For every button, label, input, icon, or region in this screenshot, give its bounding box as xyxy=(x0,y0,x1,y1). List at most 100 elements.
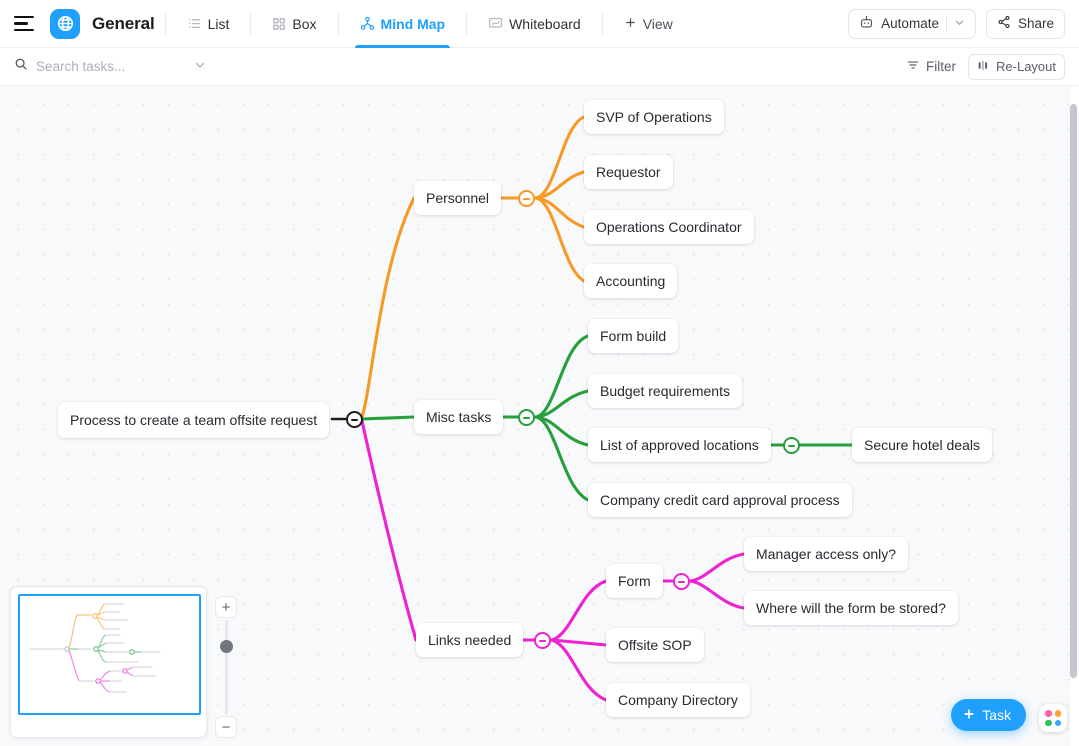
node-label: Personnel xyxy=(426,190,490,206)
minimap[interactable] xyxy=(10,586,207,738)
relayout-button[interactable]: Re-Layout xyxy=(968,53,1065,80)
tab-divider xyxy=(337,12,339,35)
add-task-button[interactable]: Task xyxy=(951,699,1026,731)
robot-icon xyxy=(859,15,874,33)
node-label: List of approved locations xyxy=(600,437,759,453)
node-label: Requestor xyxy=(596,164,661,180)
node-label: Operations Coordinator xyxy=(596,219,742,235)
node-label: Where will the form be stored? xyxy=(756,600,946,616)
relayout-label: Re-Layout xyxy=(996,59,1056,74)
zoom-out-label: − xyxy=(221,718,231,736)
mindmap-node-links-needed[interactable]: Links needed xyxy=(416,623,524,657)
box-icon xyxy=(272,17,286,31)
mindmap-node-offsite-sop[interactable]: Offsite SOP xyxy=(606,628,704,662)
mindmap-node-requestor[interactable]: Requestor xyxy=(584,155,673,189)
filter-icon xyxy=(906,58,920,75)
mindmap-node-where-will-the-form-be-stored[interactable]: Where will the form be stored? xyxy=(744,591,958,625)
node-label: Budget requirements xyxy=(600,383,730,399)
zoom-in-label: + xyxy=(221,598,231,616)
view-toolbar: Filter Re-Layout xyxy=(0,48,1079,86)
mindmap-node-manager-access-only[interactable]: Manager access only? xyxy=(744,537,909,571)
tab-divider xyxy=(601,12,603,35)
mindmap-node-company-directory[interactable]: Company Directory xyxy=(606,683,750,717)
vertical-scrollbar-thumb[interactable] xyxy=(1070,104,1077,678)
zoom-out-button[interactable]: − xyxy=(215,716,237,738)
node-label: Accounting xyxy=(596,273,666,289)
collapse-toggle-misc-tasks[interactable] xyxy=(518,409,535,426)
automate-separator xyxy=(945,15,947,32)
add-view-label: View xyxy=(642,15,673,32)
mindmap-node-form-build[interactable]: Form build xyxy=(588,319,679,353)
tab-whiteboard-label: Whiteboard xyxy=(509,15,581,32)
view-tabs: List Box Mind Map Whiteboard View xyxy=(176,0,684,48)
tab-mind-map[interactable]: Mind Map xyxy=(349,0,457,48)
tab-list-label: List xyxy=(207,15,230,32)
filter-label: Filter xyxy=(926,59,957,74)
mindmap-node-form[interactable]: Form xyxy=(606,564,663,598)
automate-button[interactable]: Automate xyxy=(848,8,976,39)
zoom-slider-track[interactable] xyxy=(225,620,228,714)
zoom-slider-thumb[interactable] xyxy=(219,640,233,653)
mind-map-canvas[interactable]: Process to create a team offsite request… xyxy=(0,86,1071,746)
search-input[interactable] xyxy=(36,59,186,74)
plus-icon xyxy=(624,16,637,32)
apps-dot-blue xyxy=(1054,719,1061,726)
minimap-viewport[interactable] xyxy=(18,594,201,715)
header-actions: Automate Share xyxy=(848,8,1065,39)
mindmap-node-secure-hotel-deals[interactable]: Secure hotel deals xyxy=(852,428,992,462)
collapse-toggle-root[interactable] xyxy=(346,411,363,428)
node-label: Links needed xyxy=(428,632,512,648)
node-label: Misc tasks xyxy=(426,409,492,425)
node-label: Secure hotel deals xyxy=(864,437,980,453)
mindmap-node-budget-requirements[interactable]: Budget requirements xyxy=(588,374,742,408)
toolbar-actions: Filter Re-Layout xyxy=(906,53,1065,80)
mindmap-node-list-of-approved-locations[interactable]: List of approved locations xyxy=(588,428,771,462)
collapse-toggle-links-needed[interactable] xyxy=(534,632,551,649)
collapse-toggle-form[interactable] xyxy=(673,573,690,590)
header-divider xyxy=(164,12,166,35)
tab-whiteboard[interactable]: Whiteboard xyxy=(477,0,592,48)
tab-divider xyxy=(466,12,468,35)
search-container xyxy=(14,56,224,78)
tab-box[interactable]: Box xyxy=(261,0,327,48)
add-task-label: Task xyxy=(982,707,1011,723)
share-label: Share xyxy=(1017,16,1054,31)
mind-map-icon xyxy=(360,16,375,31)
share-button[interactable]: Share xyxy=(985,8,1065,39)
app-header: General List Box Mind Map Whiteboard Vie… xyxy=(0,0,1079,48)
apps-dot-orange xyxy=(1054,710,1061,717)
node-label: Company Directory xyxy=(618,692,738,708)
mindmap-node-root[interactable]: Process to create a team offsite request xyxy=(58,402,330,438)
mindmap-node-accounting[interactable]: Accounting xyxy=(584,264,678,298)
mindmap-node-misc-tasks[interactable]: Misc tasks xyxy=(414,400,504,434)
zoom-in-button[interactable]: + xyxy=(215,596,237,618)
collapse-toggle-list-of-approved-locations[interactable] xyxy=(783,437,800,454)
search-chevron-down-icon[interactable] xyxy=(194,59,206,74)
space-title[interactable]: General xyxy=(92,14,155,34)
globe-icon[interactable] xyxy=(50,8,80,39)
apps-dot-pink xyxy=(1045,710,1052,717)
tab-mind-map-label: Mind Map xyxy=(380,15,446,32)
apps-grid-icon[interactable] xyxy=(1039,704,1067,732)
automate-label: Automate xyxy=(881,16,939,31)
search-icon xyxy=(14,57,28,76)
chevron-down-icon[interactable] xyxy=(954,17,965,31)
tab-divider xyxy=(250,12,252,35)
mindmap-node-personnel[interactable]: Personnel xyxy=(414,181,502,215)
collapse-toggle-personnel[interactable] xyxy=(518,190,535,207)
tab-list[interactable]: List xyxy=(176,0,241,48)
relayout-icon xyxy=(977,59,990,75)
tab-box-label: Box xyxy=(292,15,317,32)
mindmap-node-company-credit-card-approval-process[interactable]: Company credit card approval process xyxy=(588,483,852,517)
node-label: Offsite SOP xyxy=(618,637,692,653)
mindmap-node-svp-of-operations[interactable]: SVP of Operations xyxy=(584,100,724,134)
whiteboard-icon xyxy=(488,16,503,31)
add-view-button[interactable]: View xyxy=(613,16,684,32)
filter-button[interactable]: Filter xyxy=(906,58,956,75)
mind-map-app: General List Box Mind Map Whiteboard Vie… xyxy=(0,0,1079,746)
mindmap-node-operations-coordinator[interactable]: Operations Coordinator xyxy=(584,210,754,244)
hamburger-icon[interactable] xyxy=(14,13,36,35)
vertical-scrollbar[interactable] xyxy=(1070,90,1077,735)
zoom-controls: + − xyxy=(215,596,237,738)
node-label: Manager access only? xyxy=(756,546,897,562)
